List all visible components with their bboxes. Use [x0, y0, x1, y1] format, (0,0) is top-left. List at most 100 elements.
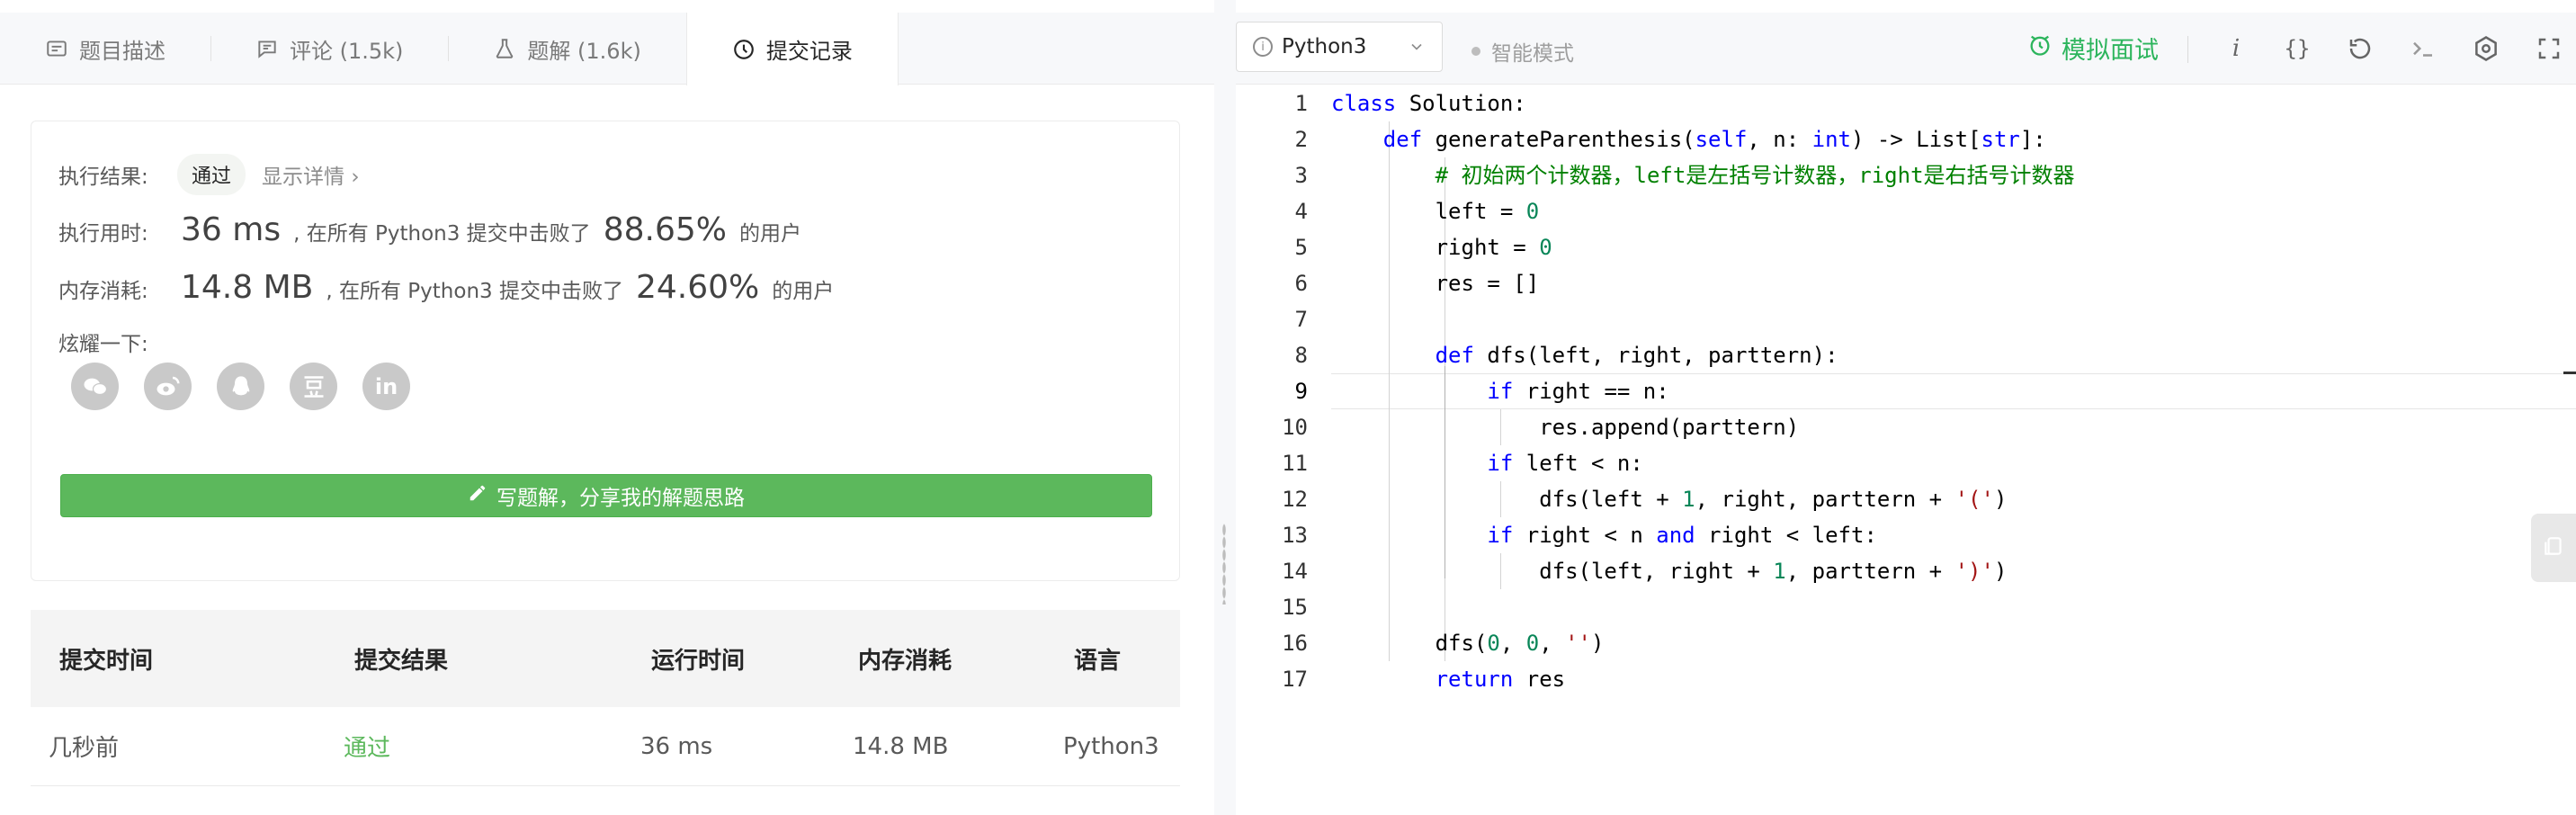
code-token: ,	[1499, 631, 1526, 656]
code-line[interactable]: right = 0	[1331, 229, 1552, 265]
code-line[interactable]: res = []	[1331, 265, 1540, 301]
code-line[interactable]: dfs(0, 0, '')	[1331, 625, 1605, 661]
code-token: 0	[1539, 235, 1552, 260]
info-italic-icon[interactable]: i	[2222, 34, 2250, 63]
line-number: 14	[1282, 559, 1308, 584]
code-token: and	[1656, 523, 1695, 548]
line-number: 12	[1282, 487, 1308, 512]
notes-side-tab[interactable]	[2531, 514, 2576, 582]
code-token: 1	[1773, 559, 1786, 584]
weibo-icon[interactable]	[144, 363, 192, 410]
code-token: dfs(left, right, parttern):	[1473, 343, 1838, 368]
col-submit-time[interactable]: 提交时间	[59, 642, 153, 676]
panel-splitter[interactable]	[1214, 0, 1236, 815]
show-details-link[interactable]: 显示详情 ›	[262, 159, 360, 190]
code-token: dfs(left +	[1331, 487, 1683, 512]
comment-icon	[255, 37, 279, 60]
status-row: 执行结果: 通过 显示详情 ›	[58, 154, 360, 195]
mock-interview-button[interactable]: 模拟面试	[2027, 31, 2159, 66]
code-line[interactable]: res.append(parttern)	[1331, 409, 1799, 445]
code-token: , parttern +	[1785, 559, 1955, 584]
code-line[interactable]: def dfs(left, right, parttern):	[1331, 337, 1838, 373]
smart-mode-label: 智能模式	[1491, 42, 1574, 66]
flask-icon	[493, 37, 516, 60]
code-editor[interactable]: 1 2 3 4 5 6 7 8 9 10 11 12 13 14 15 16 17 class Solution…	[1236, 85, 2576, 815]
cell-submit-result[interactable]: 通过	[344, 730, 390, 763]
info-icon: i	[1253, 37, 1273, 57]
code-line[interactable]: class Solution:	[1331, 85, 1526, 121]
status-badge: 通过	[177, 154, 246, 195]
settings-icon[interactable]	[2472, 34, 2500, 63]
linkedin-icon[interactable]: in	[362, 363, 410, 410]
code-line[interactable]: left = 0	[1331, 193, 1540, 229]
code-line[interactable]: # 初始两个计数器，left是左括号计数器，right是右括号计数器	[1331, 157, 2075, 193]
memory-suffix: 的用户	[772, 280, 835, 303]
tab-comments[interactable]: 评论 (1.5k)	[210, 13, 448, 85]
code-token: def	[1435, 343, 1474, 368]
tab-label: 提交记录	[765, 39, 853, 64]
line-number: 13	[1282, 523, 1308, 548]
smart-mode-toggle[interactable]: 智能模式	[1471, 36, 1574, 67]
code-token: if	[1487, 523, 1514, 548]
code-line[interactable]: dfs(left, right + 1, parttern + ')')	[1331, 553, 2007, 589]
code-token: return	[1435, 667, 1514, 692]
code-token: right =	[1331, 235, 1540, 260]
col-language[interactable]: 语言	[1074, 642, 1121, 676]
tab-description[interactable]: 题目描述	[0, 13, 210, 85]
code-token: int	[1811, 127, 1851, 152]
memory-percent: 24.60%	[635, 269, 760, 306]
code-token: )	[1993, 559, 2008, 584]
code-line[interactable]: if right == n:	[1331, 373, 1668, 409]
tab-label: 题目描述	[79, 38, 165, 64]
share-icons: in	[71, 363, 410, 410]
runtime-suffix: 的用户	[738, 222, 801, 246]
code-line[interactable]: def generateParenthesis(self, n: int) ->…	[1331, 121, 2046, 157]
runtime-label: 执行用时:	[58, 222, 148, 246]
code-token: res	[1513, 667, 1566, 692]
code-token: ,	[1539, 631, 1566, 656]
reset-icon[interactable]	[2346, 34, 2375, 63]
col-memory[interactable]: 内存消耗	[858, 642, 952, 676]
tab-submissions[interactable]: 提交记录	[685, 13, 899, 85]
braces-icon[interactable]: {}	[2283, 34, 2312, 63]
code-line[interactable]: return res	[1331, 661, 1566, 697]
wechat-icon[interactable]	[71, 363, 119, 410]
language-select[interactable]: i Python3	[1236, 22, 1443, 72]
code-token: '('	[1954, 487, 1994, 512]
cell-submit-time: 几秒前	[49, 735, 120, 762]
qq-icon[interactable]	[217, 363, 264, 410]
code-line[interactable]: dfs(left + 1, right, parttern + '(')	[1331, 481, 2007, 517]
left-panel: 题目描述 评论 (1.5k) 题解 (1.6k) 提交记录 执行结果: 通过 显…	[0, 0, 1214, 815]
code-token: generateParenthesis(	[1422, 127, 1695, 152]
code-line[interactable]: if left < n:	[1331, 445, 1642, 481]
code-token: dfs(	[1331, 631, 1488, 656]
table-row[interactable]: 几秒前 通过 36 ms 14.8 MB Python3	[31, 707, 1180, 786]
douban-icon[interactable]	[290, 363, 337, 410]
line-number: 5	[1294, 235, 1308, 260]
code-token: 0	[1525, 631, 1540, 656]
app: 题目描述 评论 (1.5k) 题解 (1.6k) 提交记录 执行结果: 通过 显…	[0, 0, 2576, 815]
code-line[interactable]: if right < n and right < left:	[1331, 517, 1877, 553]
cell-runtime: 36 ms	[640, 732, 713, 760]
fullscreen-icon[interactable]	[2535, 34, 2563, 63]
line-number: 8	[1294, 343, 1308, 368]
code-token: if	[1487, 379, 1514, 404]
cell-memory: 14.8 MB	[853, 732, 949, 760]
col-submit-result[interactable]: 提交结果	[354, 642, 448, 676]
runtime-row: 执行用时: 36 ms , 在所有 Python3 提交中击败了 88.65% …	[58, 211, 814, 248]
col-runtime[interactable]: 运行时间	[651, 642, 745, 676]
code-token: ) -> List[	[1851, 127, 1981, 152]
line-number: 6	[1294, 271, 1308, 296]
line-number: 10	[1282, 415, 1308, 440]
code-token: , n:	[1747, 127, 1812, 152]
tab-solutions[interactable]: 题解 (1.6k)	[448, 13, 685, 85]
write-solution-button[interactable]: 写题解，分享我的解题思路	[60, 474, 1152, 517]
console-icon[interactable]	[2409, 34, 2437, 63]
overview-ruler-cursor	[2563, 372, 2576, 374]
write-solution-label: 写题解，分享我的解题思路	[496, 487, 745, 510]
splitter-grip[interactable]	[1222, 524, 1226, 605]
